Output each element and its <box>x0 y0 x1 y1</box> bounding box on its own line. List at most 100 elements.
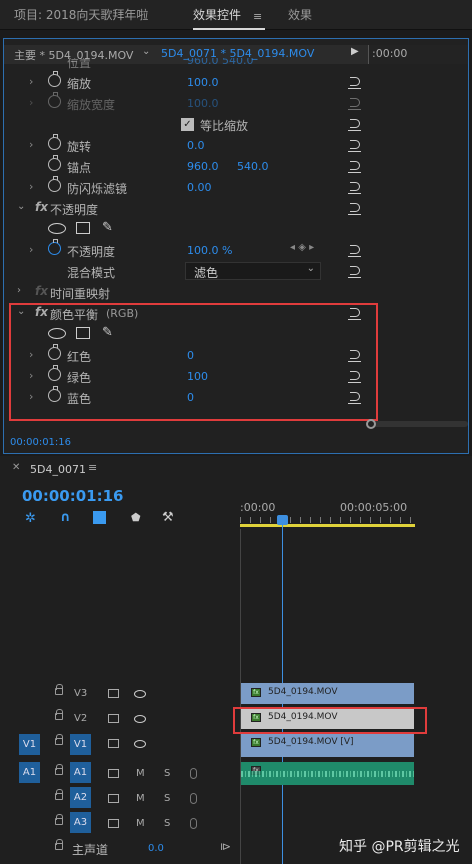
position-value[interactable]: 960.0 540.0 <box>187 58 253 67</box>
eye-icon[interactable] <box>134 740 146 748</box>
timeline-timecode[interactable]: 00:00:01:16 <box>22 487 124 505</box>
timeline-ruler[interactable]: :00:00 00:00:05:00 <box>240 497 472 529</box>
source-a1-patch[interactable]: A1 <box>19 762 40 783</box>
anchor-x-value[interactable]: 960.0 <box>187 160 219 173</box>
reset-icon[interactable] <box>348 160 362 173</box>
marker-icon[interactable]: ⬟ <box>131 511 141 524</box>
tab-menu-icon[interactable]: ≡ <box>253 10 262 23</box>
track-v2-label[interactable]: V2 <box>74 713 87 724</box>
sequence-menu-icon[interactable]: ≡ <box>88 461 97 474</box>
expand-arrow-icon[interactable]: › <box>29 243 33 256</box>
opacity-title: 不透明度 <box>50 203 99 217</box>
mute-button[interactable]: M <box>136 793 145 804</box>
mic-icon[interactable] <box>190 768 197 779</box>
reset-icon[interactable] <box>348 202 362 215</box>
clip-a1[interactable]: fx <box>241 762 414 785</box>
stopwatch-icon[interactable] <box>48 155 61 171</box>
clip-v1[interactable]: fx 5D4_0194.MOV [V] <box>241 733 414 757</box>
track-a3-label[interactable]: A3 <box>70 812 91 833</box>
pen-mask-icon[interactable]: ✎ <box>102 221 116 235</box>
solo-button[interactable]: S <box>164 793 170 804</box>
sequence-tab[interactable]: 5D4_0071 <box>30 463 86 476</box>
fx-icon[interactable]: fx <box>35 200 48 214</box>
film-sync-icon[interactable] <box>108 739 119 748</box>
stopwatch-icon[interactable] <box>48 71 61 87</box>
keyframe-nav-icon[interactable]: ◂ ◈ ▸ <box>290 242 314 253</box>
film-sync-icon[interactable] <box>108 714 119 723</box>
opacity-header-row[interactable]: ⌄ fx 不透明度 <box>4 198 368 219</box>
source-v1-patch[interactable]: V1 <box>19 734 40 755</box>
ec-scroll-handle[interactable] <box>366 419 376 429</box>
anchor-y-value[interactable]: 540.0 <box>237 160 269 173</box>
tab-project[interactable]: 项目: 2018向天歌拜年啦 <box>14 0 148 30</box>
mic-icon[interactable] <box>190 818 197 829</box>
playhead-handle[interactable] <box>277 515 288 525</box>
opacity-value[interactable]: 100.0 % <box>187 244 232 257</box>
reset-icon[interactable] <box>348 139 362 152</box>
magnet-icon[interactable]: ∩ <box>60 510 71 525</box>
lock-icon[interactable] <box>55 709 63 720</box>
snap-icon[interactable]: ✲ <box>25 511 36 526</box>
track-v1-label[interactable]: V1 <box>70 734 91 755</box>
collapse-arrow-icon[interactable]: ⌄ <box>17 201 25 212</box>
uniform-scale-checkbox[interactable]: ✓ <box>181 118 194 131</box>
track-a2-label[interactable]: A2 <box>70 787 91 808</box>
ruler-start-label: :00:00 <box>240 501 276 514</box>
reset-icon[interactable] <box>348 181 362 194</box>
lock-icon[interactable] <box>55 684 63 695</box>
rotation-value[interactable]: 0.0 <box>187 139 205 152</box>
expand-arrow-icon[interactable]: › <box>17 285 21 296</box>
reset-icon[interactable] <box>348 118 362 131</box>
stopwatch-icon[interactable] <box>48 134 61 150</box>
scale-value[interactable]: 100.0 <box>187 76 219 89</box>
ec-scrollbar[interactable] <box>369 421 468 427</box>
lock-icon[interactable] <box>55 814 63 825</box>
timeline-close-icon[interactable]: ✕ <box>12 462 20 473</box>
mute-button[interactable]: M <box>136 768 145 779</box>
tab-effect-controls[interactable]: 效果控件 <box>193 0 241 30</box>
work-area-bar[interactable] <box>240 524 415 527</box>
solo-button[interactable]: S <box>164 768 170 779</box>
reset-icon[interactable] <box>348 244 362 257</box>
time-remap-row[interactable]: › fx 时间重映射 <box>4 282 368 303</box>
ec-ruler-time: :00:00 <box>372 47 408 60</box>
film-sync-icon[interactable] <box>108 819 119 828</box>
clip-v3[interactable]: fx 5D4_0194.MOV <box>241 683 414 704</box>
play-arrow-icon[interactable]: ▶ <box>351 46 359 57</box>
lock-icon[interactable] <box>55 789 63 800</box>
blend-mode-label: 混合模式 <box>67 266 116 280</box>
rectangle-mask-icon[interactable] <box>76 222 90 234</box>
go-to-end-icon[interactable]: ⧐ <box>220 840 231 853</box>
stopwatch-icon[interactable] <box>48 239 61 255</box>
blend-mode-row: 混合模式 滤色 ⌄ <box>4 261 368 282</box>
flicker-value[interactable]: 0.00 <box>187 181 212 194</box>
tab-effects[interactable]: 效果 <box>288 0 312 30</box>
track-a1-label[interactable]: A1 <box>70 762 91 783</box>
expand-arrow-icon[interactable]: › <box>29 96 33 109</box>
track-v3-label[interactable]: V3 <box>74 688 87 699</box>
film-sync-icon[interactable] <box>108 794 119 803</box>
lock-icon[interactable] <box>55 734 63 745</box>
linked-selection-icon[interactable] <box>93 511 106 524</box>
ellipse-mask-icon[interactable] <box>48 223 66 234</box>
stopwatch-icon[interactable] <box>48 176 61 192</box>
eye-icon[interactable] <box>134 715 146 723</box>
master-value[interactable]: 0.0 <box>148 843 164 854</box>
film-sync-icon[interactable] <box>108 689 119 698</box>
expand-arrow-icon[interactable]: › <box>29 75 33 88</box>
expand-arrow-icon[interactable]: › <box>29 138 33 151</box>
track-v3: V3 <box>0 682 240 707</box>
reset-icon[interactable] <box>348 265 362 278</box>
blend-mode-select[interactable]: 滤色 ⌄ <box>185 262 321 280</box>
mic-icon[interactable] <box>190 793 197 804</box>
eye-icon[interactable] <box>134 690 146 698</box>
lock-icon[interactable] <box>55 839 63 850</box>
lock-icon[interactable] <box>55 764 63 775</box>
chevron-down-icon[interactable]: ⌄ <box>142 46 150 57</box>
expand-arrow-icon[interactable]: › <box>29 180 33 193</box>
film-sync-icon[interactable] <box>108 769 119 778</box>
mute-button[interactable]: M <box>136 818 145 829</box>
wrench-icon[interactable]: ⚒ <box>162 510 174 525</box>
reset-icon[interactable] <box>348 76 362 89</box>
solo-button[interactable]: S <box>164 818 170 829</box>
